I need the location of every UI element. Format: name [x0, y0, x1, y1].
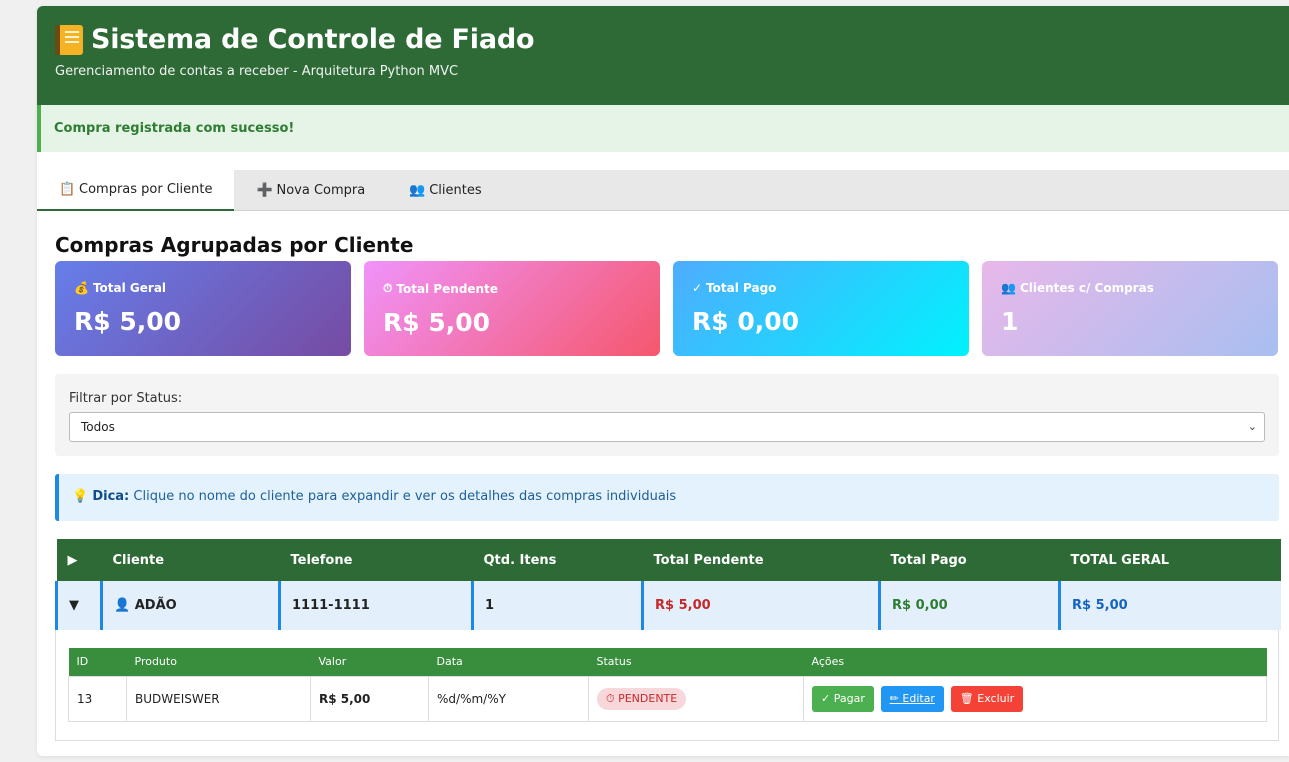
lightbulb-icon: 💡	[72, 489, 89, 504]
users-icon: 👥	[409, 183, 426, 198]
tab-clientes[interactable]: 👥 Clientes	[387, 170, 503, 211]
status-text: PENDENTE	[618, 691, 678, 705]
col-acoes: Ações	[803, 648, 1267, 676]
users-icon: 👥	[1001, 281, 1016, 295]
col-valor: Valor	[310, 648, 429, 676]
stat-label-text: Clientes c/ Compras	[1019, 281, 1154, 295]
status-select[interactable]: Todos ⌄	[69, 412, 1265, 442]
stat-card-total-pago: ✓ Total Pago R$ 0,00	[673, 261, 969, 356]
main-content: Compras Agrupadas por Cliente 💰 Total Ge…	[55, 211, 1282, 741]
edit-button-label: Editar	[902, 691, 935, 705]
col-total-pendente: Total Pendente	[642, 539, 880, 581]
col-produto: Produto	[126, 648, 311, 676]
purchase-details-panel: ID Produto Valor Data Status Ações 13 BU…	[55, 630, 1279, 741]
table-row: 13 BUDWEISWER R$ 5,00 %d/%m/%Y ⏱ PENDENT…	[68, 675, 1267, 722]
stat-value: R$ 5,00	[74, 307, 182, 336]
stat-label: 👥 Clientes c/ Compras	[1001, 281, 1278, 295]
stat-value: R$ 5,00	[383, 308, 491, 337]
pay-button[interactable]: ✓ Pagar	[812, 685, 874, 712]
plus-icon: ➕	[256, 183, 273, 198]
col-telefone: Telefone	[279, 539, 473, 581]
client-qty: 1	[472, 581, 644, 630]
stat-card-total-pendente: ⏱ Total Pendente R$ 5,00	[364, 261, 660, 356]
purchase-actions: ✓ Pagar ✏ Editar 🗑 Excluir	[803, 675, 1267, 722]
tab-label: Clientes	[429, 183, 482, 198]
client-grand-total: R$ 5,00	[1059, 581, 1281, 630]
stat-label: ✓ Total Pago	[692, 281, 969, 295]
stat-value: 1	[1001, 307, 1019, 336]
col-status: Status	[588, 648, 804, 676]
client-phone: 1111-1111	[279, 581, 474, 630]
stopwatch-icon: ⏱	[383, 281, 393, 295]
table-header-row: ▶ Cliente Telefone Qtd. Itens Total Pend…	[56, 539, 1281, 581]
app-title-text: Sistema de Controle de Fiado	[91, 24, 535, 55]
tip-text: Clique no nome do cliente para expandir …	[133, 489, 677, 504]
stat-card-clientes: 👥 Clientes c/ Compras 1	[982, 261, 1278, 356]
clipboard-icon: 📋	[59, 182, 76, 197]
stats-row: 💰 Total Geral R$ 5,00 ⏱ Total Pendente R…	[55, 261, 1279, 356]
client-paid-total: R$ 0,00	[879, 581, 1061, 630]
tab-label: Nova Compra	[276, 183, 366, 198]
success-alert: Compra registrada com sucesso!	[37, 105, 1289, 152]
stat-label-text: Total Pendente	[396, 281, 498, 296]
purchase-product: BUDWEISWER	[126, 675, 311, 722]
stat-label-text: Total Pago	[706, 281, 777, 295]
purchase-details-table: ID Produto Valor Data Status Ações 13 BU…	[68, 648, 1267, 722]
stat-value: R$ 0,00	[692, 307, 800, 336]
client-name-cell[interactable]: 👤 ADÃO	[101, 581, 281, 630]
chevron-down-icon: ⌄	[1247, 420, 1257, 433]
stat-label: ⏱ Total Pendente	[383, 281, 660, 296]
app-header: Sistema de Controle de Fiado Gerenciamen…	[37, 6, 1289, 105]
expand-toggle[interactable]: ▼	[55, 581, 103, 630]
details-header-row: ID Produto Valor Data Status Ações	[68, 648, 1267, 676]
stat-label: 💰 Total Geral	[74, 281, 351, 295]
col-qtd-itens: Qtd. Itens	[472, 539, 643, 581]
client-pending-total: R$ 5,00	[642, 581, 881, 630]
pencil-icon: ✏	[889, 691, 903, 705]
money-bag-icon: 💰	[74, 281, 89, 295]
col-total-pago: Total Pago	[879, 539, 1060, 581]
filter-label: Filtrar por Status:	[69, 391, 183, 406]
trash-icon: 🗑	[959, 691, 978, 705]
col-expand: ▶	[56, 539, 102, 581]
app-subtitle: Gerenciamento de contas a receber - Arqu…	[55, 64, 459, 79]
client-row[interactable]: ▼ 👤 ADÃO 1111-1111 1 R$ 5,00 R$ 0,00 R$ …	[55, 581, 1281, 630]
user-icon: 👤	[114, 598, 131, 613]
section-title: Compras Agrupadas por Cliente	[55, 233, 414, 257]
client-name: ADÃO	[134, 598, 177, 613]
delete-button-label: Excluir	[977, 691, 1015, 705]
edit-button[interactable]: ✏ Editar	[880, 685, 944, 712]
app-title: Sistema de Controle de Fiado	[55, 24, 1289, 55]
col-total-geral: TOTAL GERAL	[1059, 539, 1281, 581]
purchase-id: 13	[68, 675, 127, 722]
stat-label-text: Total Geral	[92, 281, 167, 295]
purchase-status-cell: ⏱ PENDENTE	[588, 675, 804, 722]
tip-box: 💡 Dica: Clique no nome do cliente para e…	[55, 474, 1279, 521]
col-id: ID	[68, 648, 127, 676]
check-icon: ✓	[692, 281, 703, 295]
stopwatch-icon: ⏱	[606, 691, 615, 705]
status-select-value: Todos	[81, 420, 115, 434]
tab-bar: 📋 Compras por Cliente ➕ Nova Compra 👥 Cl…	[37, 170, 1289, 211]
status-filter-panel: Filtrar por Status: Todos ⌄	[55, 374, 1279, 456]
tip-strong: Dica:	[92, 489, 130, 504]
purchase-value: R$ 5,00	[310, 675, 429, 722]
client-group-table: ▶ Cliente Telefone Qtd. Itens Total Pend…	[55, 539, 1282, 630]
notebook-icon	[55, 24, 83, 55]
delete-button[interactable]: 🗑 Excluir	[950, 685, 1024, 712]
tab-compras-por-cliente[interactable]: 📋 Compras por Cliente	[37, 170, 235, 211]
app-container: Sistema de Controle de Fiado Gerenciamen…	[37, 6, 1289, 756]
stat-card-total-geral: 💰 Total Geral R$ 5,00	[55, 261, 351, 356]
status-badge: ⏱ PENDENTE	[597, 687, 687, 710]
tab-nova-compra[interactable]: ➕ Nova Compra	[234, 170, 387, 211]
col-cliente: Cliente	[101, 539, 280, 581]
col-data: Data	[428, 648, 589, 676]
tab-label: Compras por Cliente	[79, 182, 213, 197]
purchase-date: %d/%m/%Y	[428, 675, 589, 722]
